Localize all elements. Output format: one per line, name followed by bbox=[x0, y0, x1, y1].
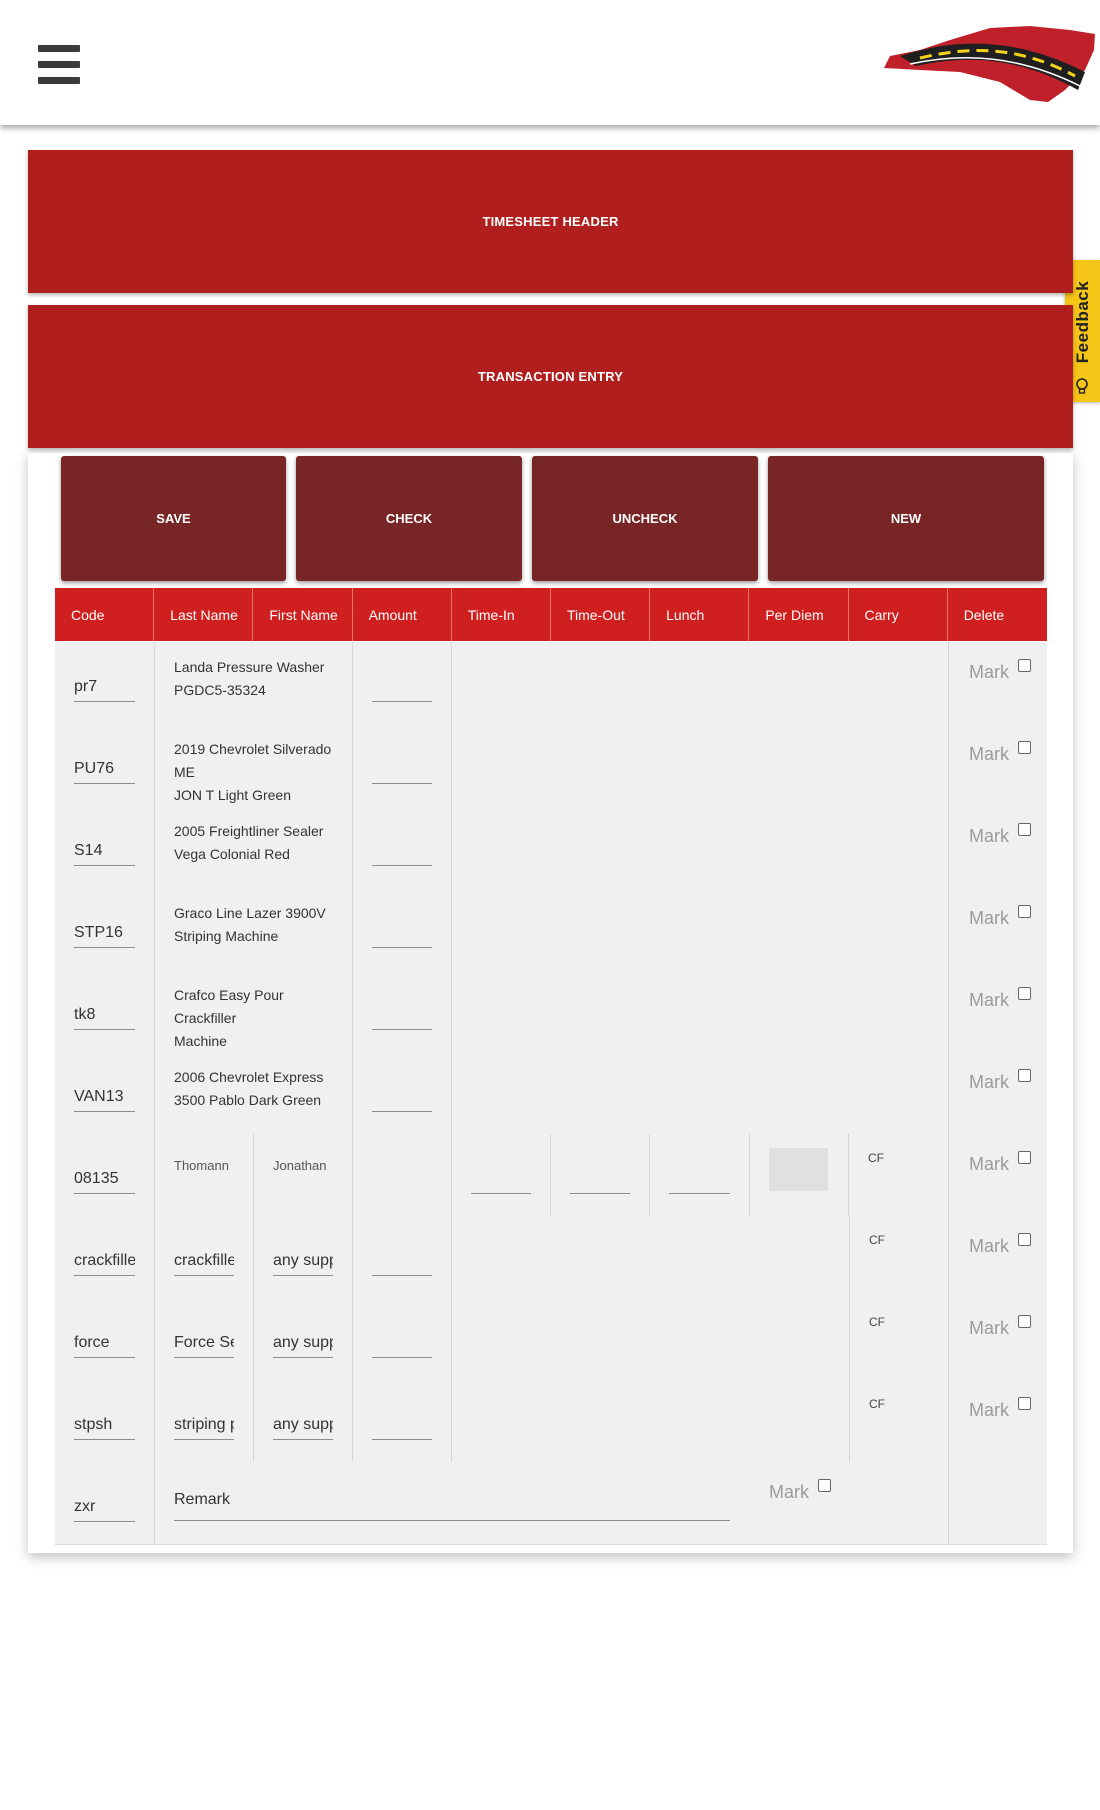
employee-row: 08135 Thomann Jonathan CF Mark bbox=[55, 1134, 1047, 1217]
first-name-input[interactable]: any suppl bbox=[273, 1248, 333, 1276]
carry-label: CF bbox=[868, 1151, 884, 1165]
delete-checkbox[interactable] bbox=[818, 1479, 831, 1492]
check-button[interactable]: CHECK bbox=[296, 456, 522, 581]
timesheet-header-panel[interactable]: TIMESHEET HEADER bbox=[28, 150, 1073, 293]
col-amount: Amount bbox=[353, 588, 452, 641]
code-input[interactable]: tk8 bbox=[74, 1002, 135, 1030]
first-name-input[interactable]: any suppl bbox=[273, 1412, 333, 1440]
amount-input[interactable] bbox=[372, 756, 432, 784]
carry-label: CF bbox=[869, 1315, 885, 1329]
mark-label: Mark bbox=[969, 1072, 1009, 1092]
remark-row: zxr Remark Mark bbox=[55, 1462, 1047, 1545]
last-name: Thomann bbox=[174, 1158, 229, 1173]
mark-label: Mark bbox=[769, 1482, 809, 1502]
col-carry: Carry bbox=[849, 588, 948, 641]
new-button[interactable]: NEW bbox=[768, 456, 1044, 581]
transaction-entry-panel[interactable]: TRANSACTION ENTRY bbox=[28, 305, 1073, 448]
per-diem-field[interactable] bbox=[769, 1148, 828, 1191]
last-name-input[interactable]: crackfiller bbox=[174, 1248, 234, 1276]
amount-input[interactable] bbox=[372, 1412, 432, 1440]
table-row: crackfiller crackfiller any suppl CF Mar… bbox=[55, 1216, 1047, 1299]
delete-checkbox[interactable] bbox=[1018, 987, 1031, 1000]
table-row: VAN13 2006 Chevrolet Express 3500 Pablo D… bbox=[55, 1052, 1047, 1135]
mark-label: Mark bbox=[969, 744, 1009, 764]
carry-label: CF bbox=[869, 1397, 885, 1411]
equipment-description: 2005 Freightliner Sealer Vega Colonial Re… bbox=[174, 823, 324, 862]
code-input[interactable]: PU76 bbox=[74, 756, 135, 784]
table-row: tk8 Crafco Easy Pour Crackfiller Machine … bbox=[55, 970, 1047, 1053]
amount-input[interactable] bbox=[372, 1084, 432, 1112]
delete-checkbox[interactable] bbox=[1018, 905, 1031, 918]
code-input[interactable]: VAN13 bbox=[74, 1084, 135, 1112]
code-input[interactable]: force bbox=[74, 1330, 135, 1358]
equipment-description: Landa Pressure Washer PGDC5-35324 bbox=[174, 659, 325, 698]
equipment-description: Crafco Easy Pour Crackfiller Machine bbox=[174, 987, 284, 1049]
code-input[interactable]: STP16 bbox=[74, 920, 135, 948]
lightbulb-icon bbox=[1076, 378, 1088, 394]
code-input[interactable]: 08135 bbox=[74, 1166, 135, 1194]
delete-checkbox[interactable] bbox=[1018, 823, 1031, 836]
code-input[interactable]: zxr bbox=[74, 1494, 135, 1522]
equipment-description: 2006 Chevrolet Express 3500 Pablo Dark Gr… bbox=[174, 1069, 324, 1108]
code-input[interactable]: crackfiller bbox=[74, 1248, 135, 1276]
col-time-out: Time-Out bbox=[551, 588, 651, 641]
amount-input[interactable] bbox=[372, 1330, 432, 1358]
mark-label: Mark bbox=[969, 1400, 1009, 1420]
col-per-diem: Per Diem bbox=[749, 588, 849, 641]
table-header: Code Last Name First Name Amount Time-In… bbox=[55, 588, 1047, 641]
remark-input[interactable]: Remark bbox=[174, 1476, 730, 1521]
top-bar bbox=[0, 0, 1100, 125]
table-row: S14 2005 Freightliner Sealer Vega Colonia… bbox=[55, 806, 1047, 889]
delete-checkbox[interactable] bbox=[1018, 1233, 1031, 1246]
col-code: Code bbox=[55, 588, 155, 641]
table-row: pr7 Landa Pressure Washer PGDC5-35324 Mar… bbox=[55, 642, 1047, 725]
col-lunch: Lunch bbox=[650, 588, 750, 641]
table-row: force Force Sea any suppl CF Mark bbox=[55, 1298, 1047, 1381]
mark-label: Mark bbox=[969, 662, 1009, 682]
lunch-input[interactable] bbox=[669, 1166, 730, 1194]
carry-label: CF bbox=[869, 1233, 885, 1247]
mark-label: Mark bbox=[969, 990, 1009, 1010]
col-last-name: Last Name bbox=[154, 588, 254, 641]
last-name-input[interactable]: striping pa bbox=[174, 1412, 234, 1440]
table-row: stpsh striping pa any suppl CF Mark bbox=[55, 1380, 1047, 1463]
amount-input[interactable] bbox=[372, 1002, 432, 1030]
equipment-description: 2019 Chevrolet Silverado ME JON T Light G… bbox=[174, 741, 332, 803]
table-row: PU76 2019 Chevrolet Silverado ME JON T Li… bbox=[55, 724, 1047, 807]
delete-checkbox[interactable] bbox=[1018, 659, 1031, 672]
delete-checkbox[interactable] bbox=[1018, 741, 1031, 754]
equipment-description: Graco Line Lazer 3900V Striping Machine bbox=[174, 905, 326, 944]
delete-checkbox[interactable] bbox=[1018, 1397, 1031, 1410]
amount-input[interactable] bbox=[372, 838, 432, 866]
table-row: STP16 Graco Line Lazer 3900V Striping Mac… bbox=[55, 888, 1047, 971]
delete-checkbox[interactable] bbox=[1018, 1151, 1031, 1164]
mark-label: Mark bbox=[969, 826, 1009, 846]
mark-label: Mark bbox=[969, 1318, 1009, 1338]
col-delete: Delete bbox=[963, 607, 1005, 623]
first-name: Jonathan bbox=[273, 1158, 327, 1173]
uncheck-button[interactable]: UNCHECK bbox=[532, 456, 758, 581]
amount-input[interactable] bbox=[372, 674, 432, 702]
amount-input[interactable] bbox=[372, 1248, 432, 1276]
nc-road-logo[interactable] bbox=[880, 20, 1098, 112]
mark-label: Mark bbox=[969, 908, 1009, 928]
last-name-input[interactable]: Force Sea bbox=[174, 1330, 234, 1358]
delete-checkbox[interactable] bbox=[1018, 1315, 1031, 1328]
time-out-input[interactable] bbox=[570, 1166, 630, 1194]
save-button[interactable]: SAVE bbox=[61, 456, 286, 581]
feedback-label: Feedback bbox=[1072, 280, 1092, 364]
amount-input[interactable] bbox=[372, 920, 432, 948]
code-input[interactable]: pr7 bbox=[74, 674, 135, 702]
col-first-name: First Name bbox=[253, 588, 353, 641]
time-in-input[interactable] bbox=[471, 1166, 531, 1194]
mark-label: Mark bbox=[969, 1236, 1009, 1256]
code-input[interactable]: stpsh bbox=[74, 1412, 135, 1440]
first-name-input[interactable]: any suppl bbox=[273, 1330, 333, 1358]
hamburger-menu-icon[interactable] bbox=[38, 45, 80, 84]
col-time-in: Time-In bbox=[452, 588, 551, 641]
code-input[interactable]: S14 bbox=[74, 838, 135, 866]
mark-label: Mark bbox=[969, 1154, 1009, 1174]
delete-checkbox[interactable] bbox=[1018, 1069, 1031, 1082]
